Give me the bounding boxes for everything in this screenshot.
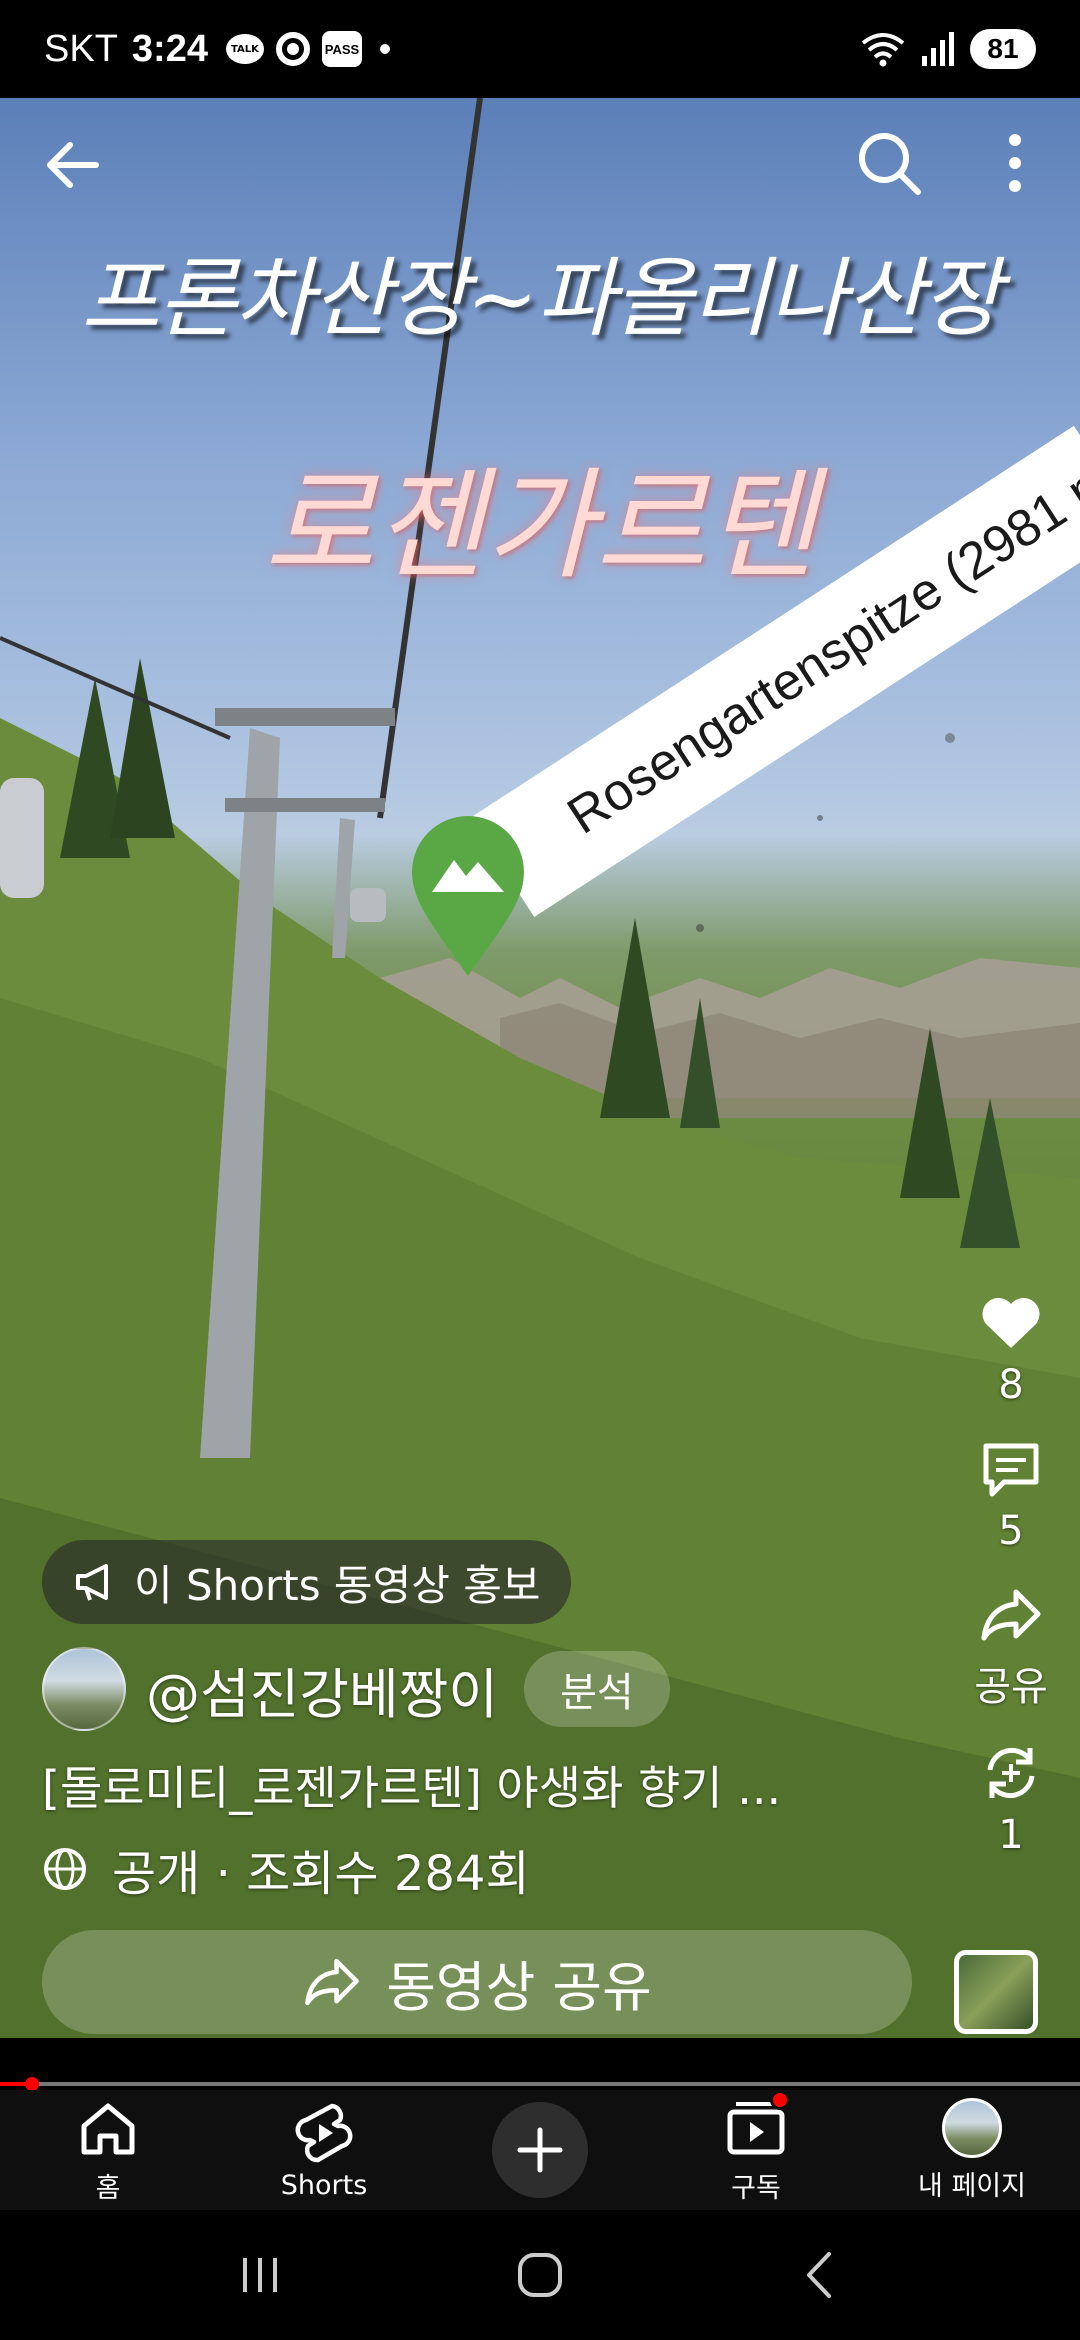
- more-options-icon[interactable]: [990, 126, 1040, 200]
- create-button[interactable]: [492, 2102, 588, 2198]
- share-icon: [981, 1589, 1041, 1641]
- recents-icon[interactable]: [225, 2240, 295, 2310]
- promote-shorts-chip[interactable]: 이 Shorts 동영상 홍보: [42, 1540, 571, 1624]
- plus-icon: [517, 2127, 563, 2173]
- subscriptions-icon-wrap: [724, 2089, 790, 2160]
- shorts-icon: [295, 2103, 353, 2162]
- clock: 3:24: [131, 27, 208, 70]
- share-label: 공유: [974, 1664, 1048, 1710]
- share-video-button[interactable]: 동영상 공유: [42, 1930, 912, 2034]
- video-scenery: [0, 98, 1080, 2038]
- video-overlay-title: 프론차산장~파올리나산장: [80, 249, 1001, 349]
- channel-name[interactable]: @섬진강베짱이: [146, 1650, 498, 1729]
- shorts-screen: SKT 3:24 TALK PASS 81 프론차산장~파올리나산장 로젠가르텐…: [0, 0, 1080, 2340]
- share-icon: [305, 1958, 360, 2006]
- signal-icon: [922, 32, 954, 66]
- video-progress-bar[interactable]: [0, 2077, 1080, 2091]
- back-arrow-icon[interactable]: [38, 130, 108, 200]
- system-navigation: [0, 2210, 1080, 2340]
- channel-avatar[interactable]: [42, 1647, 126, 1731]
- nav-subscriptions-label: 구독: [731, 2172, 781, 2204]
- video-title[interactable]: [돌로미티_로젠가르텐] 야생화 향기 ...: [42, 1752, 902, 1818]
- home-icon: [81, 2103, 135, 2154]
- like-button[interactable]: 8: [978, 1290, 1044, 1408]
- channel-row: @섬진강베짱이 분석: [42, 1644, 670, 1734]
- analytics-label: 분석: [560, 1670, 634, 1716]
- sound-thumbnail[interactable]: [954, 1950, 1038, 2034]
- chrome-icon: [275, 32, 310, 66]
- heart-icon: [982, 1297, 1040, 1348]
- remix-icon: [987, 1748, 1035, 1798]
- megaphone-icon: [76, 1564, 108, 1601]
- nav-home-label: 홈: [95, 2172, 121, 2204]
- visibility-and-views: 공개 · 조회수 284회: [112, 1846, 530, 1902]
- nav-create[interactable]: [440, 2102, 640, 2198]
- kakaotalk-icon: TALK: [225, 34, 264, 64]
- battery-indicator: 81: [970, 29, 1036, 69]
- notification-icons: TALK PASS: [225, 31, 390, 67]
- back-chevron-icon[interactable]: [785, 2240, 855, 2310]
- bottom-navigation: 홈 Shorts 구독 내 페이지: [0, 2089, 1080, 2210]
- nav-shorts-label: Shorts: [280, 2169, 368, 2201]
- nav-subscriptions[interactable]: 구독: [656, 2089, 856, 2205]
- promote-label: 이 Shorts 동영상 홍보: [134, 1560, 541, 1610]
- analytics-button[interactable]: 분석: [524, 1651, 670, 1727]
- comment-icon: [983, 1443, 1039, 1497]
- system-status: 81: [860, 29, 1036, 69]
- pass-icon: PASS: [321, 31, 362, 67]
- nav-shorts[interactable]: Shorts: [224, 2100, 424, 2201]
- like-count: 8: [998, 1362, 1024, 1408]
- remix-button[interactable]: 1: [978, 1740, 1044, 1858]
- share-video-label: 동영상 공유: [386, 1955, 652, 2019]
- comment-count: 5: [998, 1508, 1024, 1554]
- comment-button[interactable]: 5: [978, 1436, 1044, 1554]
- action-column: 8 5 공유 1: [956, 1290, 1066, 1886]
- location-pin-icon: [412, 816, 524, 976]
- video-player[interactable]: 프론차산장~파올리나산장 로젠가르텐 Rosengartenspitze (29…: [0, 98, 1080, 2038]
- nav-you[interactable]: 내 페이지: [872, 2097, 1072, 2203]
- notification-dot: [770, 2089, 790, 2110]
- globe-icon: [44, 1848, 86, 1890]
- nav-home[interactable]: 홈: [8, 2096, 208, 2205]
- home-circle-icon[interactable]: [505, 2240, 575, 2310]
- more-notifications-icon: [379, 44, 390, 54]
- status-bar: SKT 3:24 TALK PASS 81: [0, 0, 1080, 98]
- carrier-label: SKT: [44, 27, 118, 70]
- profile-avatar: [942, 2097, 1002, 2158]
- share-button[interactable]: 공유: [974, 1582, 1048, 1712]
- wifi-icon: [861, 33, 905, 67]
- search-icon[interactable]: [852, 126, 926, 200]
- video-meta: 공개 · 조회수 284회: [42, 1834, 530, 1904]
- nav-you-label: 내 페이지: [918, 2170, 1026, 2202]
- remix-count: 1: [998, 1812, 1024, 1858]
- progress-knob[interactable]: [25, 2077, 40, 2091]
